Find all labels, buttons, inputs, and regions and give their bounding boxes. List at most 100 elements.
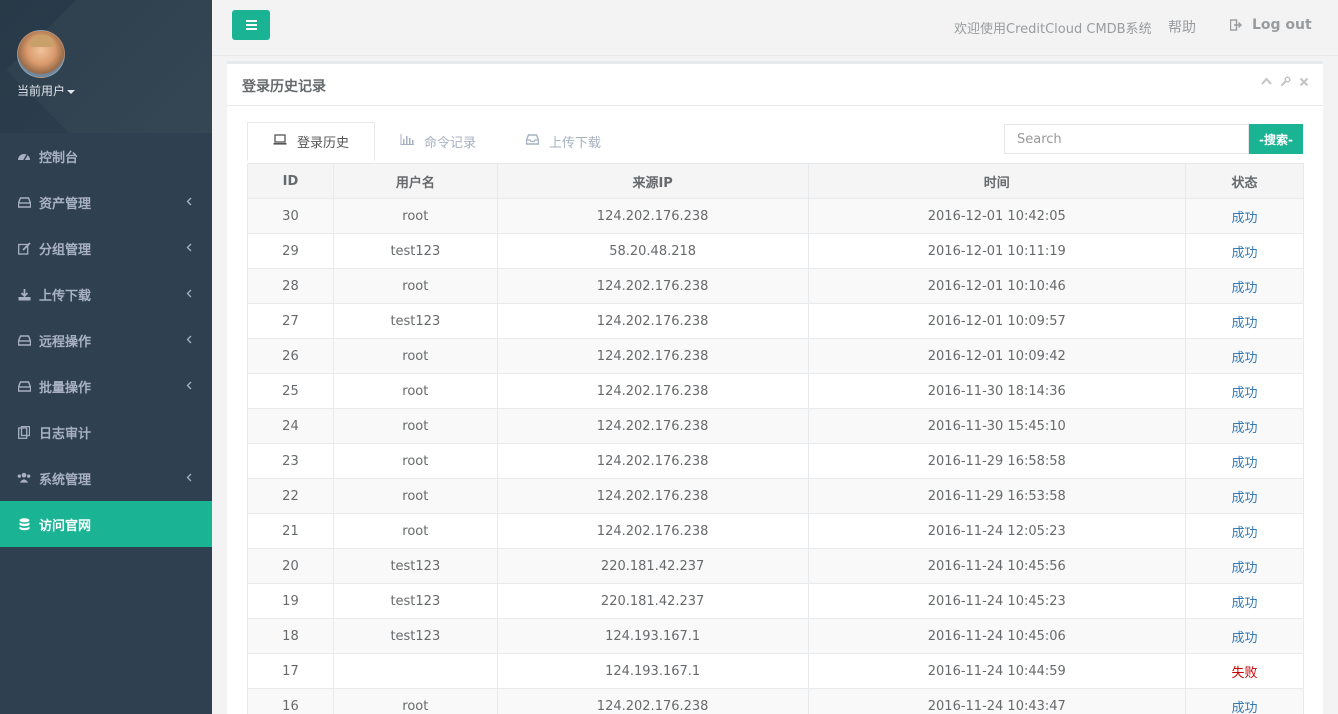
hamburger-icon — [245, 28, 257, 30]
cell-time: 2016-11-24 10:45:56 — [807, 548, 1187, 584]
sidebar-item-5[interactable]: 批量操作 — [0, 363, 212, 409]
cell-source-ip: 124.202.176.238 — [496, 198, 809, 234]
cell-status[interactable]: 成功 — [1185, 618, 1304, 654]
cell-id: 24 — [247, 408, 334, 444]
top-navbar: 欢迎使用CreditCloud CMDB系统 帮助 Log out — [212, 0, 1338, 56]
table-row: 20 test123 220.181.42.237 2016-11-24 10:45:… — [247, 548, 1304, 584]
sidebar-item-3[interactable]: 上传下载 — [0, 271, 212, 317]
cell-status[interactable]: 成功 — [1185, 338, 1304, 374]
search-input[interactable] — [1004, 124, 1249, 154]
tab-0[interactable]: 登录历史 — [247, 122, 376, 161]
logout-link[interactable]: Log out — [1230, 17, 1312, 33]
sidebar-item-0[interactable]: 控制台 — [0, 133, 212, 179]
cell-username: test123 — [332, 618, 498, 654]
cell-username: test123 — [332, 303, 498, 339]
sidebar-item-label: 远程操作 — [39, 334, 92, 350]
collapse-icon[interactable] — [1261, 76, 1272, 90]
login-history-panel: 登录历史记录 登录历史 命令记录 上传下载 -搜索- ID 用户名 来源IP 时间 … — [227, 61, 1323, 714]
sidebar-item-7[interactable]: 系统管理 — [0, 455, 212, 501]
cell-time: 2016-12-01 10:42:05 — [807, 198, 1187, 234]
cell-id: 28 — [247, 268, 334, 304]
cell-source-ip: 220.181.42.237 — [496, 548, 809, 584]
cell-time: 2016-11-29 16:58:58 — [807, 443, 1187, 479]
cell-status[interactable]: 成功 — [1185, 373, 1304, 409]
table-header-row: ID 用户名 来源IP 时间 状态 — [247, 163, 1304, 199]
profile-header: 当前用户 — [0, 0, 212, 133]
column-header-status[interactable]: 状态 — [1185, 163, 1304, 199]
tab-label: 登录历史 — [297, 136, 350, 151]
cell-status[interactable]: 成功 — [1185, 548, 1304, 584]
tab-label: 命令记录 — [424, 136, 477, 151]
column-header-id[interactable]: ID — [247, 163, 334, 199]
cell-status[interactable]: 成功 — [1185, 583, 1304, 619]
sidebar-item-label: 访问官网 — [39, 518, 92, 534]
cell-id: 26 — [247, 338, 334, 374]
cell-source-ip: 124.202.176.238 — [496, 408, 809, 444]
welcome-text: 欢迎使用CreditCloud CMDB系统 — [954, 22, 1152, 37]
caret-down-icon — [67, 89, 76, 94]
sidebar-item-6[interactable]: 日志审计 — [0, 409, 212, 455]
sidebar-item-label: 批量操作 — [39, 380, 92, 396]
table-row: 25 root 124.202.176.238 2016-11-30 18:14:36… — [247, 373, 1304, 409]
cell-status[interactable]: 成功 — [1185, 513, 1304, 549]
cell-status[interactable]: 成功 — [1185, 303, 1304, 339]
column-header-username[interactable]: 用户名 — [332, 163, 498, 199]
help-link[interactable]: 帮助 — [1168, 17, 1196, 37]
cell-username: test123 — [332, 583, 498, 619]
cell-status[interactable]: 成功 — [1185, 443, 1304, 479]
sidebar: 当前用户 控制台 资产管理分组管理上传下载远程操作批量操作日志审计系统管理访问官网 — [0, 0, 212, 714]
cell-username: root — [332, 338, 498, 374]
sidebar-item-1[interactable]: 资产管理 — [0, 179, 212, 225]
hdd-icon — [17, 195, 31, 209]
menu-toggle-button[interactable] — [232, 10, 270, 40]
search-group: -搜索- — [1004, 124, 1303, 154]
download-icon — [17, 287, 31, 301]
cell-username: root — [332, 688, 498, 714]
cell-source-ip: 124.193.167.1 — [496, 618, 809, 654]
table-row: 23 root 124.202.176.238 2016-11-29 16:58:58… — [247, 443, 1304, 479]
cell-id: 18 — [247, 618, 334, 654]
tab-1[interactable]: 命令记录 — [375, 122, 501, 161]
hamburger-icon — [245, 20, 257, 22]
cell-status[interactable]: 成功 — [1185, 478, 1304, 514]
cell-id: 16 — [247, 688, 334, 714]
sidebar-item-label: 分组管理 — [39, 242, 92, 258]
table-row: 18 test123 124.193.167.1 2016-11-24 10:45:0… — [247, 618, 1304, 654]
current-user-dropdown[interactable]: 当前用户 — [17, 82, 76, 99]
sidebar-item-4[interactable]: 远程操作 — [0, 317, 212, 363]
column-header-time[interactable]: 时间 — [807, 163, 1187, 199]
sidebar-item-8[interactable]: 访问官网 — [0, 501, 212, 547]
cell-username: root — [332, 408, 498, 444]
cell-time: 2016-12-01 10:09:57 — [807, 303, 1187, 339]
tab-2[interactable]: 上传下载 — [501, 122, 626, 161]
hamburger-icon — [245, 24, 257, 26]
close-icon[interactable] — [1299, 76, 1309, 90]
sidebar-item-label: 系统管理 — [39, 472, 92, 488]
cell-status[interactable]: 成功 — [1185, 268, 1304, 304]
cell-time: 2016-11-24 10:45:06 — [807, 618, 1187, 654]
column-header-source-ip[interactable]: 来源IP — [496, 163, 809, 199]
cell-status[interactable]: 成功 — [1185, 233, 1304, 269]
cell-id: 23 — [247, 443, 334, 479]
cell-status[interactable]: 失败 — [1185, 653, 1304, 689]
cell-id: 29 — [247, 233, 334, 269]
cell-status[interactable]: 成功 — [1185, 688, 1304, 714]
current-user-label: 当前用户 — [17, 84, 66, 98]
panel-header: 登录历史记录 — [227, 64, 1323, 106]
avatar[interactable] — [17, 30, 65, 78]
laptop-icon — [273, 134, 287, 149]
cell-source-ip: 124.202.176.238 — [496, 478, 809, 514]
wrench-icon[interactable] — [1280, 76, 1291, 90]
search-button[interactable]: -搜索- — [1249, 124, 1303, 154]
cell-source-ip: 124.202.176.238 — [496, 373, 809, 409]
cell-status[interactable]: 成功 — [1185, 198, 1304, 234]
cell-status[interactable]: 成功 — [1185, 408, 1304, 444]
panel-title: 登录历史记录 — [242, 79, 326, 95]
hdd-icon — [17, 379, 31, 393]
table-row: 16 root 124.202.176.238 2016-11-24 10:43:47… — [247, 688, 1304, 714]
tab-bar: 登录历史 命令记录 上传下载 — [247, 122, 626, 161]
panel-tools — [1261, 76, 1309, 90]
cell-source-ip: 124.202.176.238 — [496, 513, 809, 549]
sidebar-item-2[interactable]: 分组管理 — [0, 225, 212, 271]
cell-time: 2016-11-30 18:14:36 — [807, 373, 1187, 409]
